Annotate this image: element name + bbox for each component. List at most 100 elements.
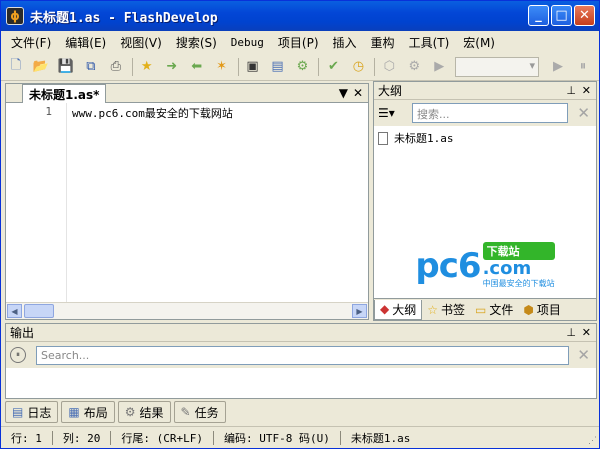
tab-label: 文件	[489, 303, 514, 317]
tab-label: 日志	[27, 405, 52, 420]
tab-label: 项目	[536, 303, 561, 317]
scroll-left-icon[interactable]: ◀	[7, 304, 22, 318]
menu-view[interactable]: 视图(V)	[120, 34, 162, 51]
output-title: 输出	[10, 326, 35, 340]
resize-grip-icon[interactable]: ⋰	[588, 436, 597, 446]
code-template-icon[interactable]: ⚙	[293, 58, 311, 76]
scroll-right-icon[interactable]: ▶	[352, 304, 367, 318]
outline-icon: ◆	[380, 302, 390, 316]
logo-com: .com	[482, 258, 532, 279]
outline-search-input[interactable]: 搜索...	[412, 103, 568, 123]
toolbar: 🗋 📂 💾 ⧉ ⎙ ★ ➜ ⬅ ✶ ▣ ▤ ⚙ ✔ ◷ ⬡ ⚙ ▶ ▶ ⏸	[1, 53, 599, 81]
clock-icon[interactable]: ◷	[349, 58, 367, 76]
menu-project[interactable]: 项目(P)	[278, 34, 319, 51]
app-window: ɸ 未标题1.as - FlashDevelop _ □ ✕ 文件(F) 编辑(…	[0, 0, 600, 449]
sort-list-icon[interactable]: ☰▾	[378, 104, 406, 122]
tree-item-file[interactable]: 未标题1.as	[374, 126, 596, 146]
clear-search-icon[interactable]: ✕	[577, 104, 590, 122]
menu-macros[interactable]: 宏(M)	[463, 34, 495, 51]
close-panel-icon[interactable]: ✕	[582, 84, 591, 97]
scroll-thumb[interactable]	[24, 304, 54, 318]
menu-insert[interactable]: 插入	[333, 34, 357, 51]
status-encoding: 编码: UTF-8 码(U)	[223, 431, 330, 445]
toolbar-separator	[374, 57, 376, 76]
horizontal-scrollbar[interactable]: ◀ ▶	[6, 302, 368, 319]
clear-search-icon[interactable]: ✕	[577, 346, 590, 364]
pin-icon[interactable]: ⊥	[566, 326, 576, 339]
status-separator	[339, 430, 341, 445]
tab-log[interactable]: ▤ 日志	[5, 401, 59, 423]
menu-file[interactable]: 文件(F)	[11, 34, 51, 51]
minimize-button[interactable]: _	[528, 5, 549, 26]
tab-label: 大纲	[392, 302, 417, 317]
status-separator	[212, 430, 214, 445]
menu-tools[interactable]: 工具(T)	[409, 34, 450, 51]
close-panel-icon[interactable]: ✕	[582, 326, 591, 339]
outline-header: 大纲 ⊥ ✕	[374, 82, 596, 100]
save-icon[interactable]: 💾	[57, 58, 75, 76]
title-bar[interactable]: ɸ 未标题1.as - FlashDevelop _ □ ✕	[1, 1, 599, 31]
open-folder-icon[interactable]: 📂	[32, 58, 50, 76]
tab-files[interactable]: ▭ 文件	[470, 300, 518, 320]
build-icon[interactable]: ⬡	[380, 58, 398, 76]
tab-project[interactable]: ⬢ 项目	[518, 300, 566, 320]
close-button[interactable]: ✕	[574, 5, 595, 26]
window-icon[interactable]: ▤	[269, 58, 287, 76]
tab-untitled-as[interactable]: 未标题1.as*	[22, 84, 107, 103]
tab-results[interactable]: ⚙ 结果	[117, 401, 171, 423]
file-icon	[378, 131, 388, 145]
maximize-button[interactable]: □	[551, 5, 572, 26]
output-header: 输出 ⊥ ✕	[6, 324, 596, 342]
run-icon[interactable]: ▶	[549, 58, 567, 76]
pause-output-icon[interactable]: ⏸	[10, 347, 26, 363]
output-search-input[interactable]: Search...	[36, 345, 569, 365]
prev-bookmark-icon[interactable]: ⬅	[188, 58, 206, 76]
menu-search[interactable]: 搜索(S)	[176, 34, 217, 51]
tab-layout[interactable]: ▦ 布局	[61, 401, 115, 423]
status-line: 行: 1	[11, 431, 42, 445]
pin-icon[interactable]: ⊥	[566, 84, 576, 97]
check-syntax-icon[interactable]: ✔	[324, 58, 342, 76]
line-number: 1	[45, 105, 52, 118]
menu-debug[interactable]: Debug	[231, 36, 264, 49]
logo-subtitle: 中国最安全的下载站	[482, 279, 555, 288]
next-bookmark-icon[interactable]: ➜	[163, 58, 181, 76]
save-all-icon[interactable]: ⧉	[82, 58, 100, 76]
pause-icon[interactable]: ⏸	[574, 58, 592, 76]
play-icon[interactable]: ▶	[430, 58, 448, 76]
settings-icon[interactable]: ⚙	[405, 58, 423, 76]
tab-bookmarks[interactable]: ☆ 书签	[422, 300, 470, 320]
tab-tasks[interactable]: ✎ 任务	[173, 401, 226, 423]
menu-edit[interactable]: 编辑(E)	[65, 34, 106, 51]
toolbar-separator	[318, 57, 320, 76]
menu-bar: 文件(F) 编辑(E) 视图(V) 搜索(S) Debug 项目(P) 插入 重…	[1, 31, 599, 53]
bookmark-icon[interactable]: ★	[138, 58, 156, 76]
status-separator	[110, 430, 112, 445]
new-file-icon[interactable]: 🗋	[7, 58, 25, 76]
outline-tabstrip: ◆ 大纲 ☆ 书签 ▭ 文件 ⬢ 项目	[374, 298, 596, 320]
gear-icon: ⚙	[124, 405, 136, 419]
toolbar-separator	[237, 57, 239, 76]
tab-label: 任务	[194, 405, 219, 420]
code-editor: 未标题1.as* ▼ ✕ 1 www.pc6.com最安全的下载网站 ◀ ▶	[5, 83, 369, 320]
tab-list-icon[interactable]: ▼	[339, 86, 348, 100]
tree-item-label: 未标题1.as	[394, 132, 454, 145]
menu-refactor[interactable]: 重构	[371, 34, 395, 51]
outline-title: 大纲	[378, 84, 403, 98]
status-file: 未标题1.as	[350, 431, 411, 445]
tab-outline[interactable]: ◆ 大纲	[374, 299, 423, 320]
document-tabstrip: 未标题1.as* ▼ ✕	[6, 84, 368, 103]
command-prompt-icon[interactable]: ▣	[244, 58, 262, 76]
toolbar-separator	[131, 57, 133, 76]
print-icon[interactable]: ⎙	[107, 58, 125, 76]
code-text-area[interactable]: www.pc6.com最安全的下载网站	[66, 103, 368, 302]
tab-label: 布局	[83, 405, 108, 420]
code-line[interactable]: www.pc6.com最安全的下载网站	[72, 105, 233, 121]
project-icon: ⬢	[523, 302, 534, 317]
paperclip-icon: ✎	[180, 405, 191, 419]
clear-bookmarks-icon[interactable]: ✶	[213, 58, 231, 76]
window-title: 未标题1.as - FlashDevelop	[30, 10, 218, 26]
logo-main-text: pc6	[415, 245, 481, 286]
close-tab-icon[interactable]: ✕	[353, 86, 363, 100]
configuration-dropdown[interactable]	[455, 56, 540, 77]
